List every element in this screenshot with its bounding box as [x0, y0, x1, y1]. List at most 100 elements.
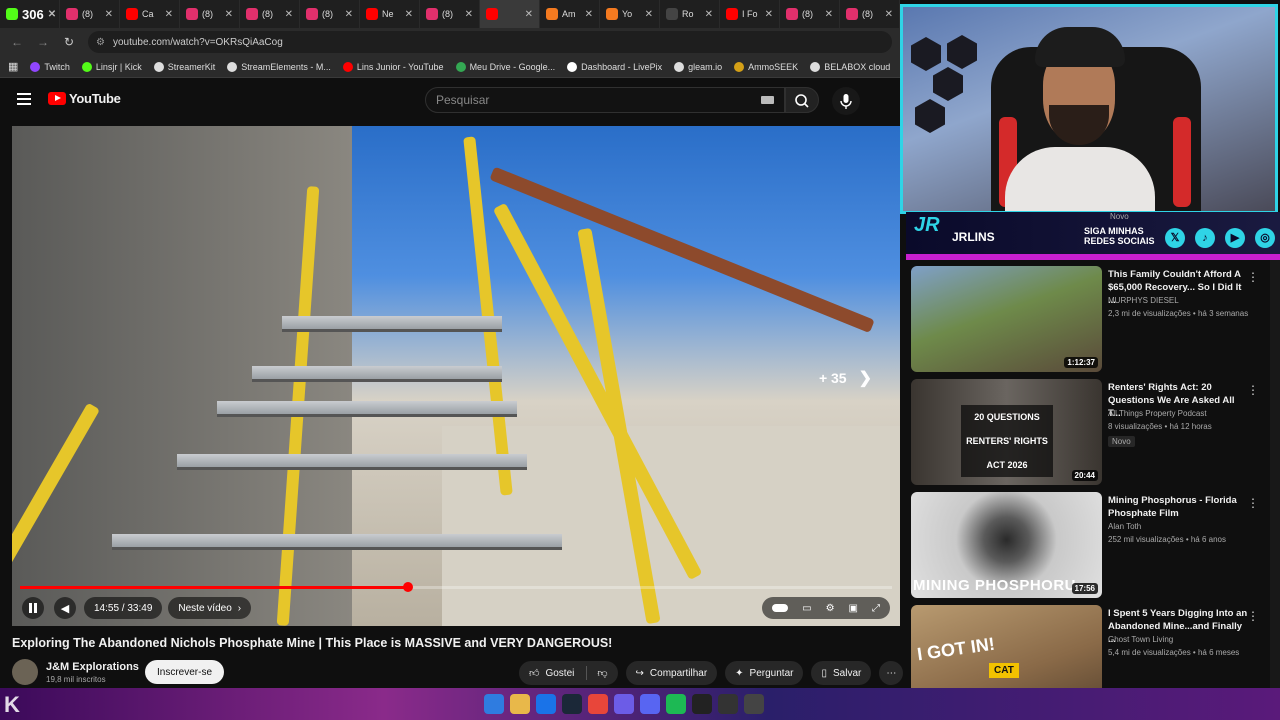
close-icon[interactable]: ✕: [585, 9, 593, 20]
close-icon[interactable]: ✕: [765, 9, 773, 20]
bookmark-item[interactable]: Lins Junior - YouTube: [342, 61, 444, 72]
browser-tab[interactable]: Ro ✕: [660, 0, 720, 28]
obs-icon[interactable]: [718, 694, 738, 714]
browser-tab[interactable]: (8) ✕: [840, 0, 900, 28]
app-icon[interactable]: [614, 694, 634, 714]
browser-tab[interactable]: (8) ✕: [180, 0, 240, 28]
channel-avatar[interactable]: [12, 659, 38, 685]
video-player[interactable]: + 35 ❯ ◀ 14:55 / 33:49 Neste vídeo › ▭ ⚙…: [12, 126, 900, 626]
close-icon[interactable]: ✕: [645, 9, 653, 20]
search-input[interactable]: Pesquisar: [425, 87, 785, 113]
voice-search-button[interactable]: [832, 87, 860, 115]
close-icon[interactable]: ✕: [345, 9, 353, 20]
volume-button[interactable]: ◀: [54, 597, 76, 619]
youtube-logo[interactable]: YouTube: [48, 91, 121, 106]
bookmark-item[interactable]: Linsjr | Kick: [81, 61, 142, 72]
browser-tab[interactable]: I Fo ✕: [720, 0, 780, 28]
bookmark-item[interactable]: StreamElements - M...: [227, 61, 331, 72]
video-thumbnail[interactable]: 1:12:37: [911, 266, 1102, 372]
steam-icon[interactable]: [562, 694, 582, 714]
bookmark-item[interactable]: Twitch: [30, 61, 70, 72]
chrome-icon[interactable]: [588, 694, 608, 714]
settings-icon[interactable]: ⚙: [826, 603, 835, 614]
close-icon[interactable]: ✕: [465, 9, 473, 20]
close-icon[interactable]: ✕: [705, 9, 713, 20]
more-vert-icon[interactable]: ⋮: [1247, 270, 1259, 284]
more-actions-button[interactable]: ⋯: [879, 661, 904, 685]
search-button[interactable]: [785, 87, 819, 113]
site-info-icon[interactable]: ⚙: [96, 37, 105, 48]
close-icon[interactable]: ✕: [105, 9, 113, 20]
recommendation-channel[interactable]: Ghost Town Living: [1108, 635, 1173, 644]
autoplay-toggle[interactable]: [772, 604, 789, 612]
bookmark-item[interactable]: AmmoSEEK: [734, 61, 798, 72]
bookmark-item[interactable]: BELABOX cloud: [810, 61, 890, 72]
recommendation-channel[interactable]: MURPHYS DIESEL: [1108, 296, 1179, 305]
progress-bar[interactable]: [20, 582, 892, 592]
browser-tab[interactable]: (8) ✕: [780, 0, 840, 28]
like-button[interactable]: 👍︎ Gostei 👎︎: [519, 661, 618, 685]
channel-info[interactable]: J&M Explorations 19,8 mil inscritos: [12, 659, 139, 685]
video-thumbnail[interactable]: MINING PHOSPHORU 17:56: [911, 492, 1102, 598]
chapter-chip[interactable]: + 35 ❯: [819, 368, 872, 388]
subtitles-icon[interactable]: ▭: [802, 603, 811, 614]
recommendation-item[interactable]: 1:12:37 This Family Couldn't Afford A $6…: [911, 266, 1275, 372]
scrollbar[interactable]: [1270, 260, 1280, 688]
recommendation-channel[interactable]: Alan Toth: [1108, 522, 1141, 531]
browser-tab[interactable]: (8) ✕: [240, 0, 300, 28]
more-vert-icon[interactable]: ⋮: [1247, 496, 1259, 510]
close-icon[interactable]: ✕: [285, 9, 293, 20]
more-vert-icon[interactable]: ⋮: [1247, 383, 1259, 397]
close-icon[interactable]: ✕: [405, 9, 413, 20]
recommendation-channel[interactable]: All Things Property Podcast: [1108, 409, 1207, 418]
more-vert-icon[interactable]: ⋮: [1247, 609, 1259, 623]
keyboard-icon[interactable]: [761, 96, 774, 104]
subscribe-button[interactable]: Inscrever-se: [145, 660, 225, 684]
close-icon[interactable]: ✕: [165, 9, 173, 20]
progress-scrubber[interactable]: [403, 582, 414, 592]
close-icon[interactable]: ✕: [225, 9, 233, 20]
chapter-button[interactable]: Neste vídeo ›: [168, 597, 252, 619]
close-icon[interactable]: ✕: [48, 9, 56, 20]
bookmark-item[interactable]: gleam.io: [674, 61, 722, 72]
file-explorer-icon[interactable]: [510, 694, 530, 714]
menu-icon[interactable]: [17, 93, 31, 105]
spotify-icon[interactable]: [666, 694, 686, 714]
windows-start-icon[interactable]: [484, 694, 504, 714]
apps-icon[interactable]: ▦: [8, 60, 18, 73]
thumbs-down-icon[interactable]: 👎︎: [597, 667, 607, 679]
video-thumbnail[interactable]: 20 QUESTIONS RENTERS' RIGHTS ACT 2026 20:4…: [911, 379, 1102, 485]
recommendation-title[interactable]: Mining Phosphorus - Florida Phosphate Fi…: [1108, 494, 1248, 520]
miniplayer-icon[interactable]: ▣: [849, 603, 858, 614]
app-icon[interactable]: [744, 694, 764, 714]
browser-tab[interactable]: Ne ✕: [360, 0, 420, 28]
recommendation-item[interactable]: 20 QUESTIONS RENTERS' RIGHTS ACT 2026 20:4…: [911, 379, 1275, 485]
tab-kick[interactable]: 306 ✕: [0, 0, 60, 28]
url-field[interactable]: ⚙ youtube.com/watch?v=OKRsQiAaCog: [88, 31, 892, 53]
channel-name[interactable]: J&M Explorations: [46, 661, 139, 673]
recommendation-item[interactable]: MINING PHOSPHORU 17:56 Mining Phosphorus…: [911, 492, 1275, 598]
bookmark-item[interactable]: StreamerKit: [153, 61, 215, 72]
close-icon[interactable]: ✕: [885, 9, 893, 20]
bookmark-item[interactable]: Dashboard - LivePix: [567, 61, 662, 72]
browser-tab[interactable]: (8) ✕: [300, 0, 360, 28]
back-icon[interactable]: ←: [10, 35, 24, 49]
close-icon[interactable]: ✕: [525, 9, 533, 20]
discord-icon[interactable]: [640, 694, 660, 714]
browser-tab[interactable]: Yo ✕: [600, 0, 660, 28]
share-button[interactable]: ↪ Compartilhar: [625, 661, 718, 685]
terminal-icon[interactable]: [692, 694, 712, 714]
browser-tab[interactable]: Ca ✕: [120, 0, 180, 28]
pause-button[interactable]: [22, 597, 44, 619]
ask-button[interactable]: ✦ Perguntar: [725, 661, 804, 685]
bookmark-item[interactable]: Meu Drive - Google...: [455, 61, 555, 72]
fullscreen-icon[interactable]: ⤢: [872, 603, 880, 614]
browser-tab[interactable]: ✕: [480, 0, 540, 28]
browser-tab[interactable]: (8) ✕: [420, 0, 480, 28]
reload-icon[interactable]: ↻: [62, 35, 76, 49]
close-icon[interactable]: ✕: [825, 9, 833, 20]
save-button[interactable]: ▯ Salvar: [811, 661, 872, 685]
browser-tab[interactable]: (8) ✕: [60, 0, 120, 28]
browser-tab[interactable]: Am ✕: [540, 0, 600, 28]
forward-icon[interactable]: →: [36, 35, 50, 49]
